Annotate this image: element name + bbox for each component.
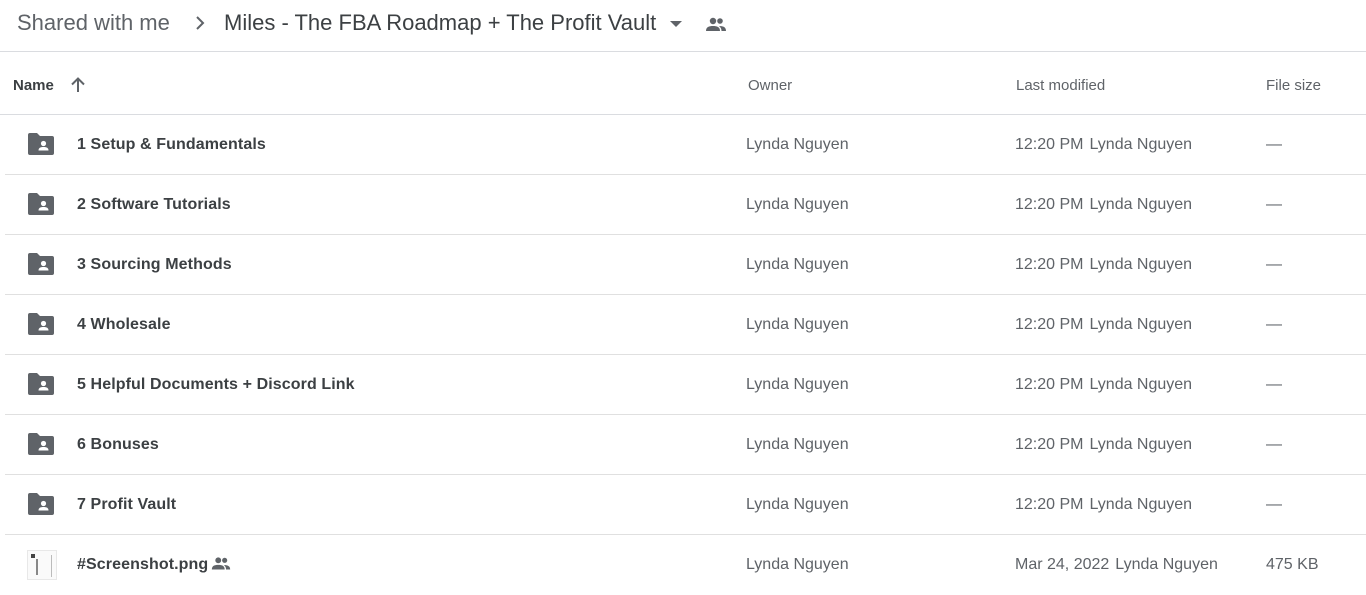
file-last-modified: 12:20 PM Lynda Nguyen (1015, 495, 1192, 514)
file-name[interactable]: 1 Setup & Fundamentals (77, 135, 266, 154)
shared-folder-icon (28, 193, 54, 215)
file-row[interactable]: 3 Sourcing Methods Lynda Nguyen 12:20 PM Ly… (5, 235, 1366, 295)
modified-date: 12:20 PM (1015, 316, 1084, 333)
modified-by: Lynda Nguyen (1089, 496, 1193, 513)
shared-folder-icon (28, 373, 54, 395)
shared-folder-icon (28, 313, 54, 335)
file-owner: Lynda Nguyen (746, 436, 849, 453)
column-header-row: Name Owner Last modified File size (0, 53, 1366, 115)
file-row[interactable]: 6 Bonuses Lynda Nguyen 12:20 PM Lynda Nguye… (5, 415, 1366, 475)
modified-date: 12:20 PM (1015, 136, 1084, 153)
modified-date: 12:20 PM (1015, 196, 1084, 213)
file-row[interactable]: #Screenshot.png Lynda Nguyen Mar 24, 2022 L… (5, 535, 1366, 595)
file-size: — (1266, 436, 1282, 453)
breadcrumb-root-link[interactable]: Shared with me (17, 9, 170, 37)
shared-folder-icon (28, 493, 54, 515)
modified-by: Lynda Nguyen (1089, 436, 1193, 453)
chevron-right-icon (196, 16, 205, 30)
modified-by: Lynda Nguyen (1089, 256, 1193, 273)
file-size: — (1266, 496, 1282, 513)
column-header-last-modified[interactable]: Last modified (1016, 77, 1105, 95)
file-size: — (1266, 136, 1282, 153)
image-thumbnail-icon (27, 550, 57, 580)
modified-date: 12:20 PM (1015, 496, 1084, 513)
file-name[interactable]: #Screenshot.png (77, 555, 208, 574)
file-row[interactable]: 7 Profit Vault Lynda Nguyen 12:20 PM Lynda … (5, 475, 1366, 535)
shared-folder-icon (28, 133, 54, 155)
file-owner: Lynda Nguyen (746, 316, 849, 333)
file-owner: Lynda Nguyen (746, 496, 849, 513)
file-row[interactable]: 5 Helpful Documents + Discord Link Lynda … (5, 355, 1366, 415)
modified-by: Lynda Nguyen (1115, 556, 1218, 573)
file-last-modified: 12:20 PM Lynda Nguyen (1015, 135, 1192, 154)
file-last-modified: 12:20 PM Lynda Nguyen (1015, 255, 1192, 274)
file-name[interactable]: 2 Software Tutorials (77, 195, 231, 214)
modified-date: 12:20 PM (1015, 436, 1084, 453)
file-size: 475 KB (1266, 556, 1319, 573)
file-name[interactable]: 7 Profit Vault (77, 495, 176, 514)
sort-ascending-arrow-icon[interactable] (68, 75, 88, 95)
file-last-modified: 12:20 PM Lynda Nguyen (1015, 315, 1192, 334)
shared-folder-icon (28, 253, 54, 275)
shared-folder-icon (28, 433, 54, 455)
column-header-file-size[interactable]: File size (1266, 77, 1321, 95)
file-size: — (1266, 256, 1282, 273)
modified-by: Lynda Nguyen (1089, 376, 1193, 393)
file-last-modified: Mar 24, 2022 Lynda Nguyen (1015, 555, 1218, 574)
current-folder-title[interactable]: Miles - The FBA Roadmap + The Profit Vau… (224, 9, 656, 37)
column-header-owner[interactable]: Owner (748, 77, 792, 95)
file-owner: Lynda Nguyen (746, 256, 849, 273)
modified-date: 12:20 PM (1015, 256, 1084, 273)
shared-people-icon[interactable] (704, 13, 728, 37)
file-last-modified: 12:20 PM Lynda Nguyen (1015, 195, 1192, 214)
file-name[interactable]: 3 Sourcing Methods (77, 255, 232, 274)
file-row[interactable]: 1 Setup & Fundamentals Lynda Nguyen 12:20 … (5, 115, 1366, 175)
modified-by: Lynda Nguyen (1089, 316, 1193, 333)
modified-by: Lynda Nguyen (1089, 136, 1193, 153)
file-size: — (1266, 316, 1282, 333)
file-name[interactable]: 5 Helpful Documents + Discord Link (77, 375, 355, 394)
file-owner: Lynda Nguyen (746, 136, 849, 153)
modified-by: Lynda Nguyen (1089, 196, 1193, 213)
file-last-modified: 12:20 PM Lynda Nguyen (1015, 435, 1192, 454)
file-row[interactable]: 2 Software Tutorials Lynda Nguyen 12:20 PM… (5, 175, 1366, 235)
file-name[interactable]: 6 Bonuses (77, 435, 159, 454)
file-last-modified: 12:20 PM Lynda Nguyen (1015, 375, 1192, 394)
file-size: — (1266, 376, 1282, 393)
shared-people-icon (210, 553, 232, 575)
file-size: — (1266, 196, 1282, 213)
caret-down-icon[interactable] (664, 13, 688, 33)
modified-date: 12:20 PM (1015, 376, 1084, 393)
file-row[interactable]: 4 Wholesale Lynda Nguyen 12:20 PM Lynda Ngu… (5, 295, 1366, 355)
file-name[interactable]: 4 Wholesale (77, 315, 171, 334)
file-list: 1 Setup & Fundamentals Lynda Nguyen 12:20 … (5, 115, 1366, 595)
file-owner: Lynda Nguyen (746, 556, 849, 573)
column-header-name[interactable]: Name (13, 77, 54, 95)
modified-date: Mar 24, 2022 (1015, 556, 1110, 573)
breadcrumb: Shared with me Miles - The FBA Roadmap +… (0, 0, 1366, 52)
file-owner: Lynda Nguyen (746, 376, 849, 393)
file-owner: Lynda Nguyen (746, 196, 849, 213)
